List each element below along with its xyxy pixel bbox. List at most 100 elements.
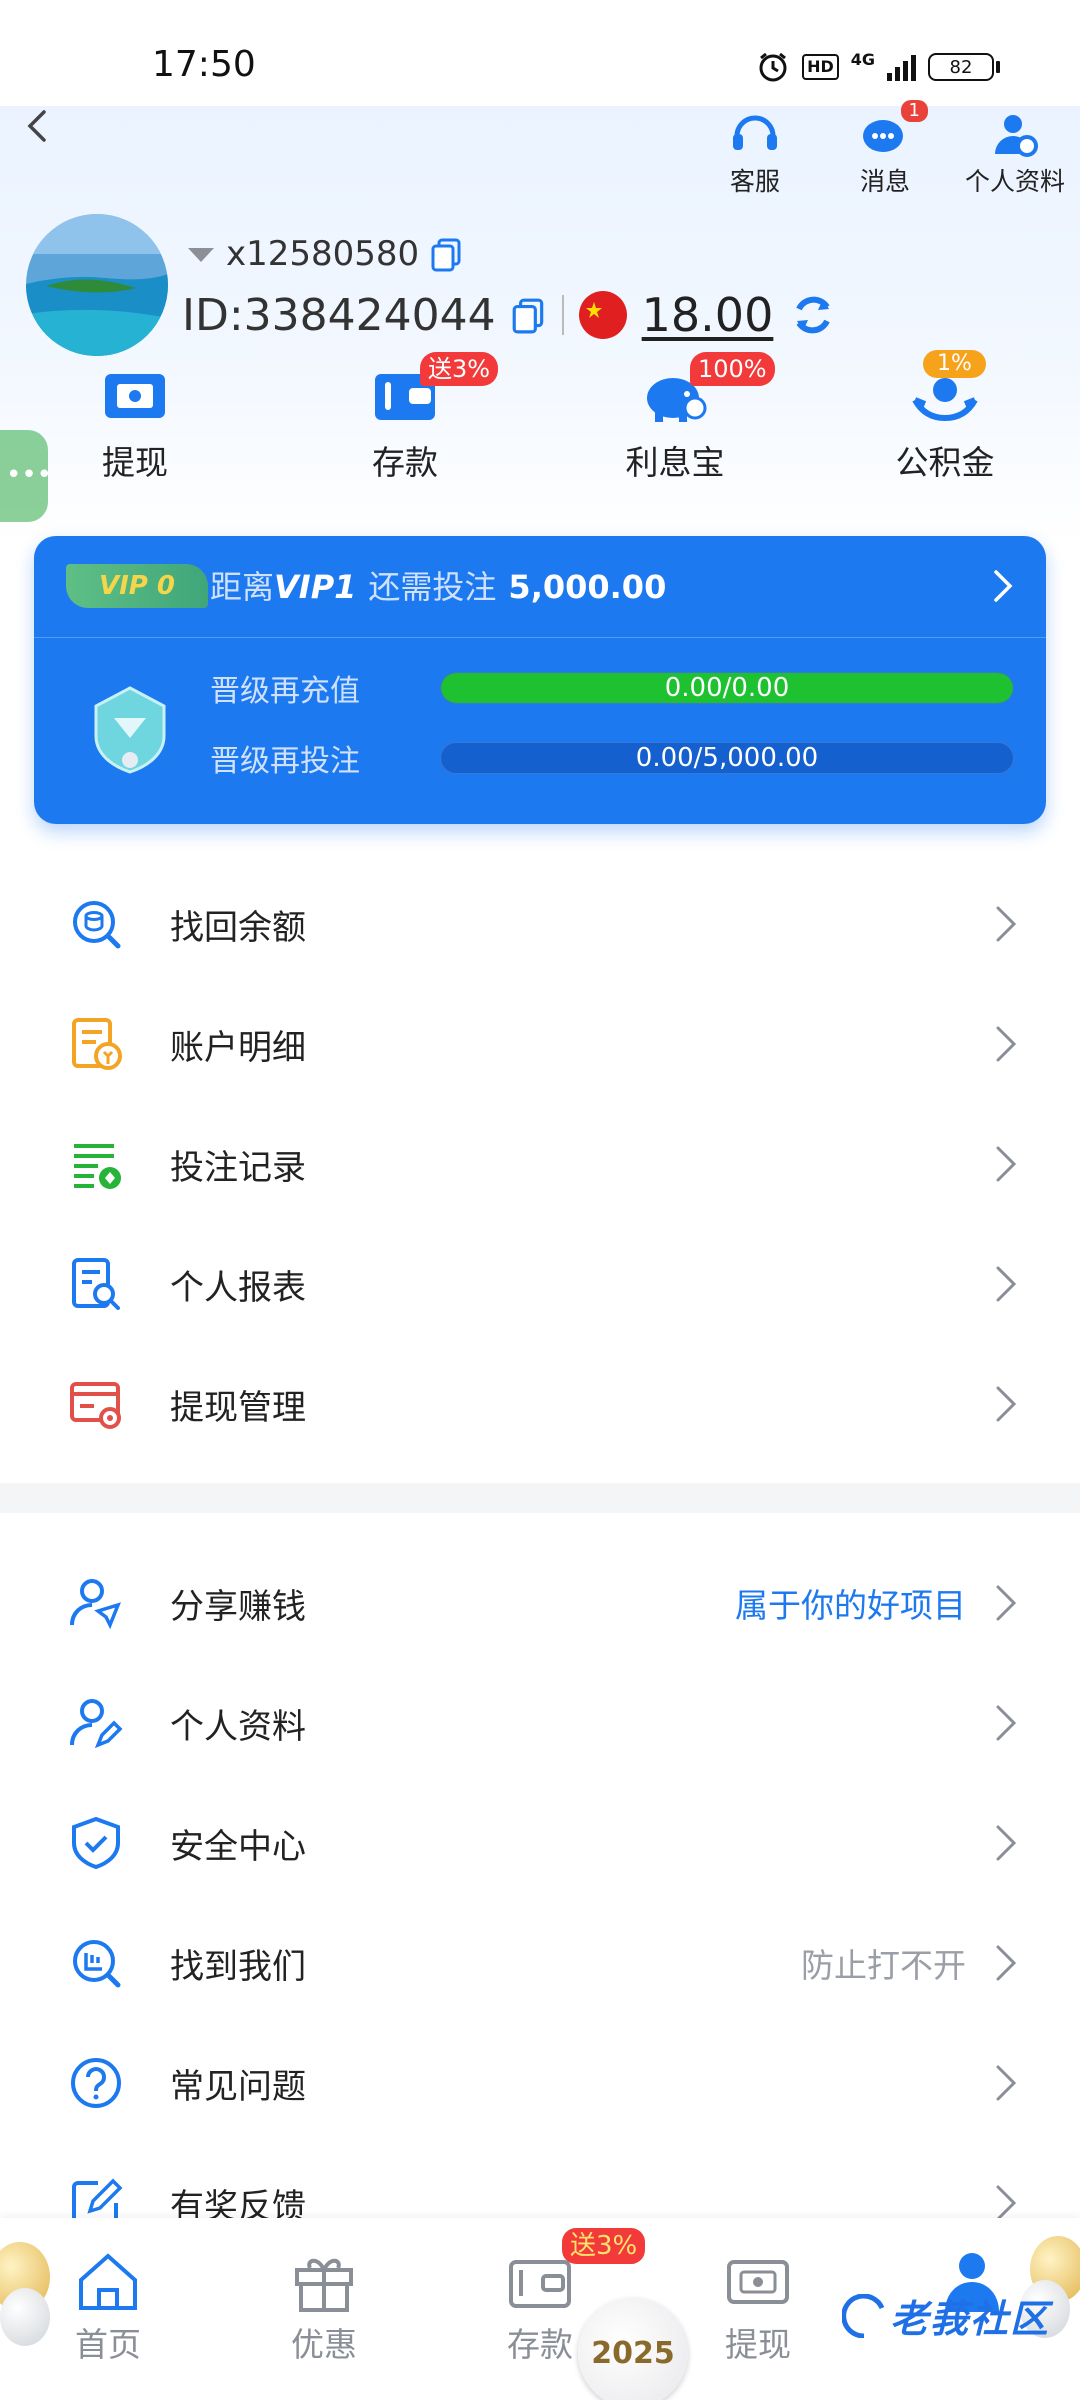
nav-withdraw[interactable]: 提现 [688,2248,828,2366]
watermark-text: 老莪社区 [890,2297,1051,2341]
battery-icon: 82 [928,53,1000,81]
menu-share-earn[interactable]: 分享赚钱 属于你的好项目 [0,1543,1080,1663]
recover-balance-icon [73,901,121,949]
fund-tag: 1% [923,350,986,378]
quick-withdraw-label: 提现 [102,443,168,482]
avatar[interactable] [26,214,168,356]
report-icon [72,1258,120,1310]
nav-home[interactable]: 首页 [38,2248,178,2366]
withdraw-icon [105,374,165,418]
vip-need-amount: 5,000.00 [508,568,667,606]
quick-interest[interactable]: 100% 利息宝 [540,352,810,484]
chevron-right-icon [996,906,1017,942]
account-detail-icon [72,1018,122,1070]
shield-check-icon [72,1816,120,1870]
bet-progress-value: 0.00/5,000.00 [635,743,819,773]
chevron-right-icon [996,1585,1017,1621]
menu-security-center[interactable]: 安全中心 [0,1783,1080,1903]
quick-interest-label: 利息宝 [625,443,725,482]
menu-profile[interactable]: 个人资料 [0,1663,1080,1783]
copy-icon[interactable] [429,236,465,272]
deposit-bonus-tag: 送3% [420,352,499,386]
menu-account-detail[interactable]: 账户明细 [0,984,1080,1104]
watermark-logo-icon [842,2293,885,2338]
quick-actions: 提现 送3% 存款 100% 利息宝 1% 公积金 [0,350,1080,484]
menu-label: 个人资料 [170,1706,306,1747]
chevron-right-icon [996,1945,1017,1981]
menu-label: 分享赚钱 [170,1586,306,1627]
chevron-right-icon [996,1705,1017,1741]
copy-id-icon[interactable] [510,295,548,335]
vip-shield-icon [94,686,166,774]
status-bar: 17:50 HD 4G 82 [0,0,1080,106]
quick-deposit[interactable]: 送3% 存款 [270,352,540,484]
quick-deposit-label: 存款 [372,443,438,482]
gift-icon [295,2258,353,2312]
menu-label: 找回余额 [170,907,306,948]
profile-label: 个人资料 [964,167,1065,196]
menu-label: 找到我们 [170,1946,306,1987]
username: x12580580 [226,234,420,274]
share-earn-icon [70,1579,121,1630]
section-divider [0,1483,1080,1513]
username-row: x12580580 [186,234,465,274]
network-label: 4G [850,50,875,69]
customer-service-label: 客服 [729,167,780,196]
chevron-right-icon [996,2065,1017,2101]
vip-target: VIP1 [274,568,357,606]
menu-label: 提现管理 [170,1387,306,1428]
messages-label: 消息 [859,167,910,196]
status-icons: HD 4G 82 [756,50,1000,84]
menu-label: 投注记录 [170,1147,306,1188]
vip-prefix: 距离 [210,568,275,606]
deposit-bonus-tag: 送3% [562,2228,646,2264]
id-row: ID:338424044 18.00 [182,288,839,342]
china-flag-icon [578,291,627,339]
menu-faq[interactable]: 常见问题 [0,2023,1080,2143]
more-dots-icon: ••• [6,460,53,490]
question-icon [71,2058,121,2108]
menu-extra-text: 属于你的好项目 [735,1586,966,1625]
signal-icon [887,53,916,81]
bet-progress-row: 晋级再投注 0.00/5,000.00 [210,736,1014,780]
menu-label: 安全中心 [170,1826,306,1867]
nav-promotions-label: 优惠 [291,2325,357,2364]
withdraw-manage-icon [70,1382,121,1429]
chevron-right-icon [996,1026,1017,1062]
battery-level: 82 [928,53,994,81]
chevron-right-icon [996,1825,1017,1861]
recharge-progress-row: 晋级再充值 0.00/0.00 [210,666,1014,710]
nav-promotions[interactable]: 优惠 [254,2248,394,2366]
withdraw-icon [727,2260,789,2304]
menu-personal-report[interactable]: 个人报表 [0,1224,1080,1344]
home-icon [79,2253,137,2310]
quick-fund[interactable]: 1% 公积金 [810,350,1080,484]
nav-home-label: 首页 [75,2325,141,2364]
vip-need-text: 还需投注 [368,568,497,606]
profile-header: 客服 1 消息 个人资料 x12580580 ID:338424044 18.0… [0,100,1080,546]
customer-service-button[interactable]: 客服 [690,106,820,198]
message-badge: 1 [900,100,928,122]
refresh-icon[interactable] [787,289,839,341]
recharge-progress-bar: 0.00/0.00 [440,672,1014,704]
messages-button[interactable]: 1 消息 [820,100,950,198]
floating-side-tab[interactable]: ••• [0,430,52,522]
menu-recover-balance[interactable]: 找回余额 [0,864,1080,984]
menu-withdraw-manage[interactable]: 提现管理 [0,1344,1080,1464]
profile-button[interactable]: 个人资料 [950,106,1080,198]
interest-tag: 100% [690,352,775,386]
watermark: 老莪社区 [842,2288,1050,2343]
vip-header: VIP 0 距离 VIP1 还需投注 5,000.00 [34,536,1046,638]
quick-fund-label: 公积金 [895,443,995,482]
menu-label: 账户明细 [170,1027,306,1068]
nav-deposit-label: 存款 [507,2325,573,2364]
year-decoration: 2025 [578,2298,688,2400]
menu-find-us[interactable]: 找到我们 防止打不开 [0,1903,1080,2023]
menu-bet-record[interactable]: 投注记录 [0,1104,1080,1224]
back-arrow-icon[interactable] [18,106,58,146]
hd-icon: HD [802,54,839,80]
recharge-progress-value: 0.00/0.00 [664,673,790,703]
vip-card[interactable]: VIP 0 距离 VIP1 还需投注 5,000.00 晋级再充值 0.00/0… [34,536,1046,824]
header-actions: 客服 1 消息 个人资料 [690,100,1080,198]
status-time: 17:50 [152,44,256,85]
